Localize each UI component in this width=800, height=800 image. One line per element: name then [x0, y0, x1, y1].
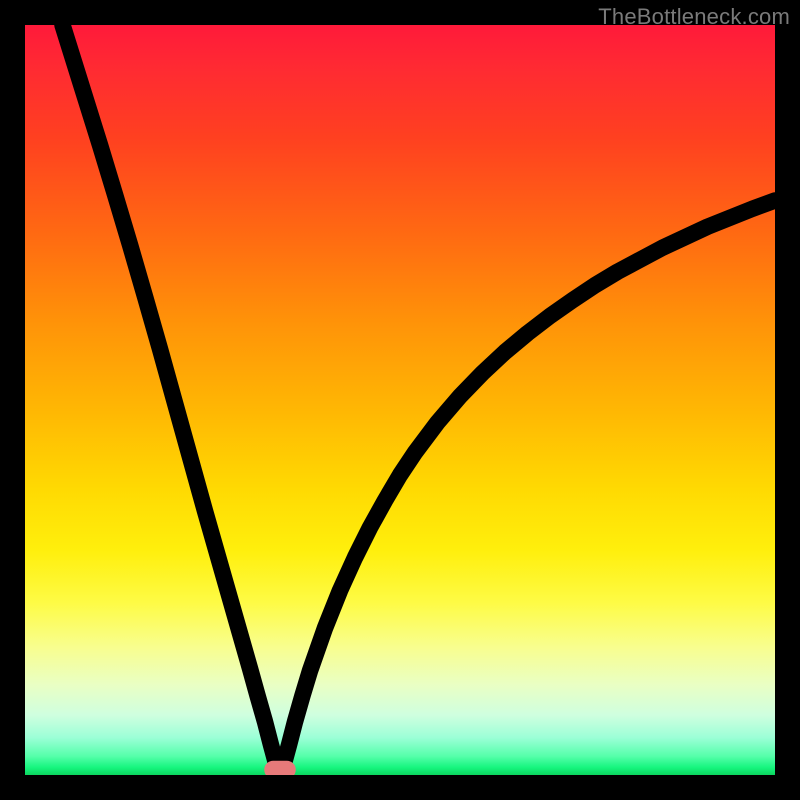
chart-svg — [25, 25, 775, 775]
plot-area — [25, 25, 775, 775]
notch-marker — [268, 765, 292, 776]
chart-frame: TheBottleneck.com — [0, 0, 800, 800]
bottleneck-curve — [63, 25, 776, 771]
